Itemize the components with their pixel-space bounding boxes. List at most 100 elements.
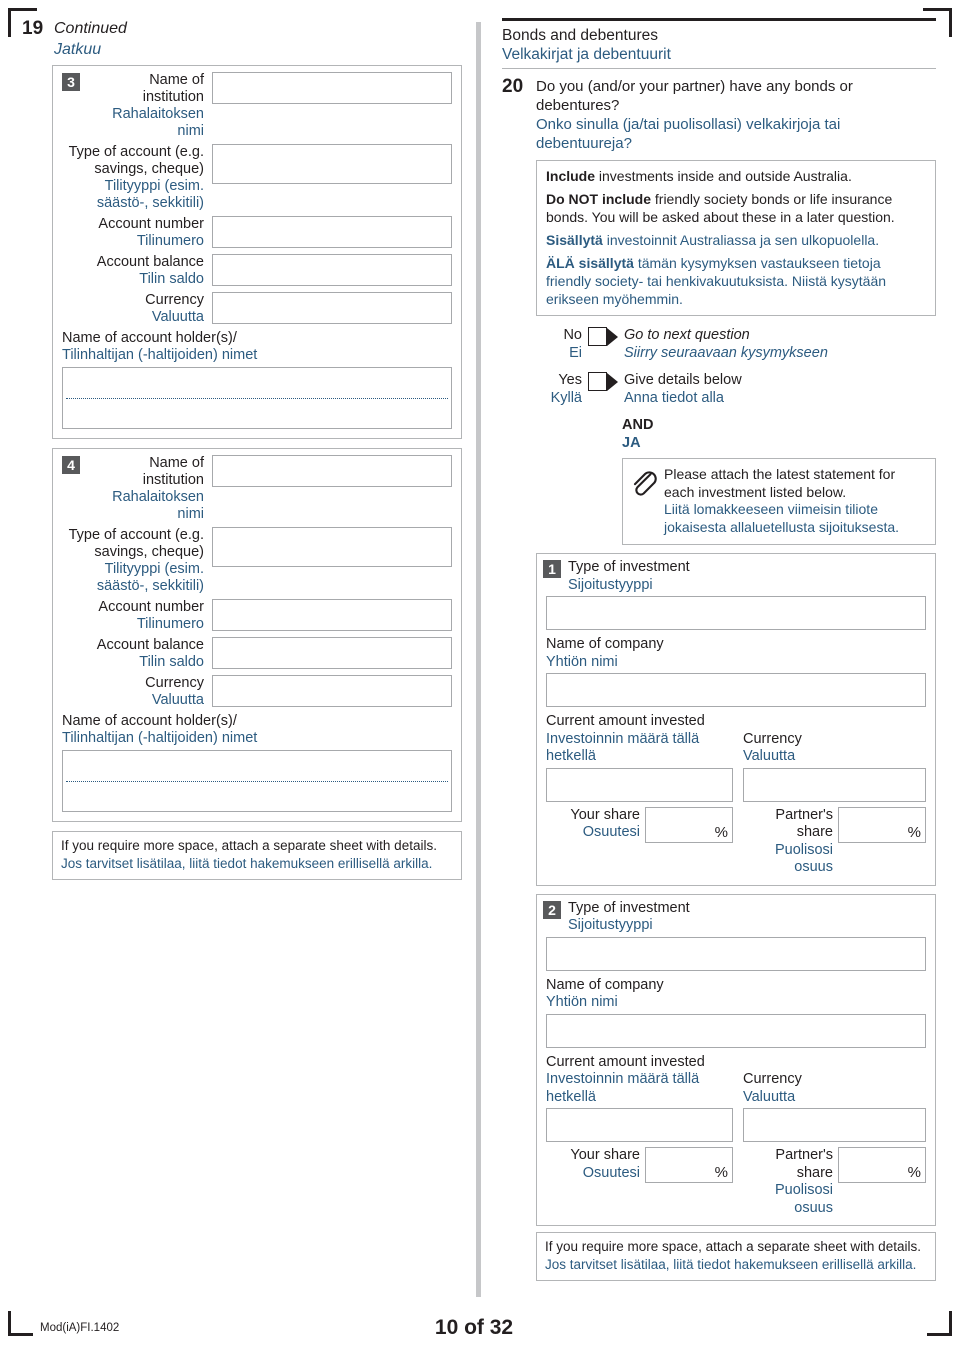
checkbox-no[interactable] bbox=[588, 327, 607, 346]
account-number-input-4[interactable] bbox=[212, 599, 452, 631]
percent-sign: % bbox=[714, 1164, 728, 1181]
institution-input-3[interactable] bbox=[212, 72, 452, 104]
arrow-right-icon bbox=[607, 328, 618, 346]
account-type-input-3[interactable] bbox=[212, 144, 452, 184]
your-share-label-fi: Osuutesi bbox=[582, 824, 640, 840]
account-number-input-3[interactable] bbox=[212, 216, 452, 248]
investment-currency-input-1[interactable] bbox=[743, 767, 926, 802]
info-line-3-bold: Sisällytä bbox=[546, 232, 603, 248]
account-balance-labels: Account balance Tilin saldo bbox=[62, 637, 212, 671]
currency-label-fi: Valuutta bbox=[151, 692, 204, 708]
your-share-input-2[interactable]: % bbox=[645, 1147, 733, 1183]
investment-type-input-2[interactable] bbox=[546, 936, 926, 971]
currency-input-4[interactable] bbox=[212, 675, 452, 707]
currency-row: Currency Valuutta bbox=[62, 292, 452, 326]
choice-no-action-en: Go to next question bbox=[624, 327, 750, 343]
institution-label-en: Name of institution bbox=[142, 72, 204, 105]
question-20-text-en: Do you (and/or your partner) have any bo… bbox=[536, 78, 853, 114]
and-label: AND JA bbox=[622, 416, 936, 452]
attach-statement-note: Please attach the latest statement for e… bbox=[622, 458, 936, 545]
account-number-labels: Account number Tilinumero bbox=[62, 599, 212, 633]
institution-label-fi: Rahalaitoksen nimi bbox=[112, 106, 204, 139]
institution-input-4[interactable] bbox=[212, 455, 452, 487]
your-share-input-1[interactable]: % bbox=[645, 806, 733, 843]
currency-col-2: Currency Valuutta bbox=[743, 1054, 926, 1142]
choice-yes-action: Give details below Anna tiedot alla bbox=[624, 371, 936, 407]
amount-label-fi: Investoinnin määrä tällä hetkellä bbox=[546, 730, 700, 765]
account-number-row: Account number Tilinumero bbox=[62, 599, 452, 633]
company-labels-2: Name of company Yhtiön nimi bbox=[546, 977, 926, 1012]
partner-share-input-2[interactable]: % bbox=[838, 1147, 926, 1183]
choice-yes: Yes Kyllä Give details below Anna tiedot… bbox=[536, 371, 936, 407]
choice-no-labels: No Ei bbox=[536, 326, 588, 362]
investment-block-1: 1 Type of investment Sijoitustyyppi Name… bbox=[536, 553, 936, 886]
account-balance-input-4[interactable] bbox=[212, 637, 452, 669]
question-19-heading: 19 Continued Jatkuu bbox=[22, 18, 462, 60]
right-column: Bonds and debentures Velkakirjat ja debe… bbox=[502, 18, 936, 1281]
currency-label-fi: Valuutta bbox=[151, 309, 204, 325]
investment-currency-input-2[interactable] bbox=[743, 1108, 926, 1142]
more-space-note-right: If you require more space, attach a sepa… bbox=[536, 1232, 936, 1281]
your-share-label-en: Your share bbox=[570, 806, 640, 823]
account-balance-row: Account balance Tilin saldo bbox=[62, 254, 452, 288]
amount-labels-1: Current amount invested Investoinnin mää… bbox=[546, 713, 733, 766]
left-column: 19 Continued Jatkuu 3 Name of institutio… bbox=[22, 18, 462, 880]
more-space-note-left: If you require more space, attach a sepa… bbox=[52, 831, 462, 880]
share-row-1: Your share Osuutesi % Partner's share Pu… bbox=[546, 806, 926, 877]
investment-type-input-1[interactable] bbox=[546, 596, 926, 630]
institution-row: 3 Name of institution Rahalaitoksen nimi bbox=[62, 72, 452, 140]
investment-currency-labels-1: Currency Valuutta bbox=[743, 731, 926, 766]
account-type-input-4[interactable] bbox=[212, 527, 452, 567]
currency-label-en: Currency bbox=[145, 675, 204, 691]
investment-badge-2: 2 bbox=[543, 900, 561, 919]
partner-share-group-1: Partner's share Puolisosi osuus % bbox=[743, 806, 926, 877]
section-rule-bottom bbox=[502, 68, 936, 69]
partner-share-input-1[interactable]: % bbox=[838, 806, 926, 843]
share-row-2: Your share Osuutesi % Partner's share Pu… bbox=[546, 1147, 926, 1217]
choice-yes-label-en: Yes bbox=[558, 372, 582, 388]
partner-share-label-fi: Puolisosi osuus bbox=[774, 841, 833, 876]
amount-input-2[interactable] bbox=[546, 1108, 733, 1142]
holder-input-4[interactable] bbox=[62, 750, 452, 812]
section-title-en: Bonds and debentures bbox=[502, 27, 658, 44]
choice-yes-action-fi: Anna tiedot alla bbox=[624, 390, 724, 406]
investment-type-header-2: 2 Type of investment Sijoitustyyppi bbox=[543, 900, 926, 935]
info-line-1-rest: investments inside and outside Australia… bbox=[595, 168, 852, 184]
info-line-1-bold: Include bbox=[546, 168, 596, 184]
holder-labels-4: Name of account holder(s)/ Tilinhaltijan… bbox=[62, 713, 452, 747]
account-type-label-fi-2: säästö-, sekkitili) bbox=[96, 195, 204, 211]
account-number-labels: Account number Tilinumero bbox=[62, 216, 212, 250]
account-type-labels: Type of account (e.g. savings, cheque) T… bbox=[62, 144, 212, 212]
investment-type-header-1: 1 Type of investment Sijoitustyyppi bbox=[543, 559, 926, 594]
institution-label-en: Name of institution bbox=[142, 455, 204, 488]
company-input-1[interactable] bbox=[546, 673, 926, 707]
column-divider bbox=[476, 22, 481, 1297]
info-line-1: Include investments inside and outside A… bbox=[546, 167, 926, 185]
your-share-label-fi: Osuutesi bbox=[582, 1164, 640, 1181]
company-input-2[interactable] bbox=[546, 1013, 926, 1048]
currency-input-3[interactable] bbox=[212, 292, 452, 324]
partner-share-label-fi: Puolisosi osuus bbox=[774, 1182, 833, 1216]
more-space-note-right-fi: Jos tarvitset lisätilaa, liitä tiedot ha… bbox=[545, 1256, 917, 1272]
account-type-label-fi-2: säästö-, sekkitili) bbox=[96, 578, 204, 594]
institution-label-group: 4 Name of institution Rahalaitoksen nimi bbox=[62, 455, 212, 523]
amount-input-1[interactable] bbox=[546, 767, 733, 802]
investment-type-label-en: Type of investment bbox=[568, 559, 690, 575]
info-line-3-rest: investoinnit Australiassa ja sen ulkopuo… bbox=[602, 232, 880, 248]
account-balance-label-en: Account balance bbox=[96, 637, 204, 653]
account-type-label-en-1: Type of account (e.g. bbox=[68, 144, 204, 160]
holder-input-3[interactable] bbox=[62, 367, 452, 429]
account-type-label-en-1: Type of account (e.g. bbox=[68, 527, 204, 543]
checkbox-yes[interactable] bbox=[588, 372, 607, 391]
question-20-choices: No Ei Go to next question Siirry seuraav… bbox=[536, 326, 936, 407]
holder-labels-3: Name of account holder(s)/ Tilinhaltijan… bbox=[62, 330, 452, 364]
currency-col-1: Currency Valuutta bbox=[743, 713, 926, 802]
more-space-note-left-fi: Jos tarvitset lisätilaa, liitä tiedot ha… bbox=[61, 855, 433, 871]
account-balance-input-3[interactable] bbox=[212, 254, 452, 286]
footer-page-number: 10 of 32 bbox=[434, 1316, 514, 1339]
account-number-label-fi: Tilinumero bbox=[136, 233, 204, 249]
choice-no: No Ei Go to next question Siirry seuraav… bbox=[536, 326, 936, 362]
holder-label-en: Name of account holder(s)/ bbox=[62, 713, 237, 729]
amount-labels-2: Current amount invested Investoinnin mää… bbox=[546, 1054, 733, 1107]
holder-label-fi: Tilinhaltijan (-haltijoiden) nimet bbox=[62, 730, 258, 746]
